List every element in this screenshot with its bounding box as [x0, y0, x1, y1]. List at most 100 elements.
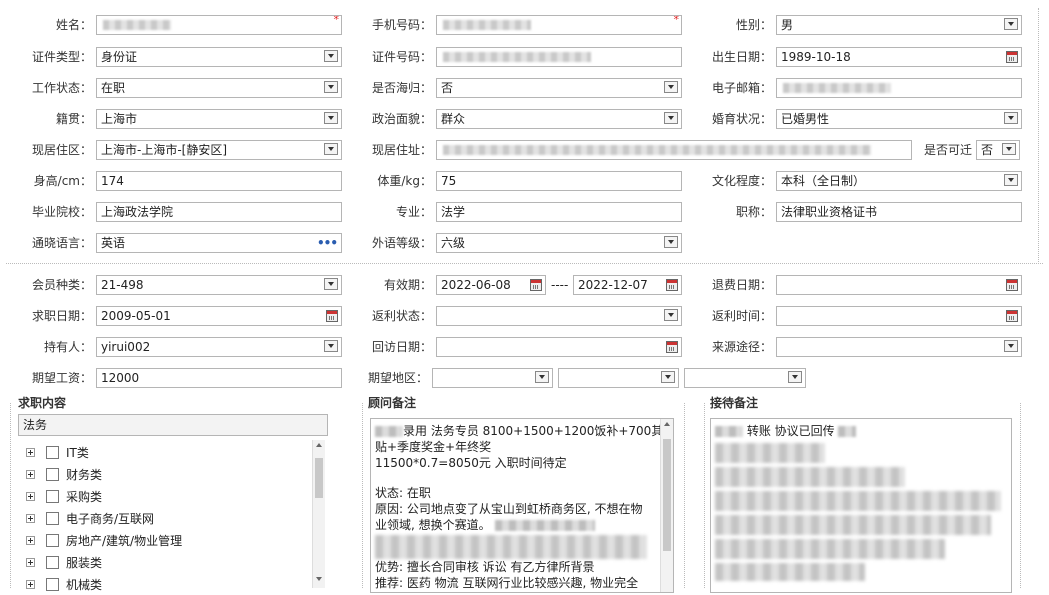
- scrollbar-thumb[interactable]: [315, 458, 323, 498]
- returnee-select[interactable]: 否: [436, 78, 682, 98]
- expected-region-city-select[interactable]: [558, 368, 679, 388]
- major-input[interactable]: 法学: [436, 202, 682, 222]
- plus-square-icon[interactable]: [26, 470, 35, 479]
- email-input[interactable]: [776, 78, 1022, 98]
- professional-title-input[interactable]: 法律职业资格证书: [776, 202, 1022, 222]
- chevron-down-icon[interactable]: [664, 112, 678, 124]
- calendar-icon[interactable]: [1006, 279, 1018, 291]
- checkbox[interactable]: [46, 556, 59, 569]
- foreign-level-select[interactable]: 六级: [436, 233, 682, 253]
- job-seek-date-label: 求职日期：: [31, 309, 92, 323]
- birth-date-input[interactable]: 1989-10-18: [776, 47, 1022, 67]
- holder-select[interactable]: yirui002: [96, 337, 342, 357]
- chevron-down-icon[interactable]: [324, 278, 338, 290]
- residence-address-input[interactable]: [436, 140, 912, 160]
- expected-region-label: 期望地区：: [367, 371, 428, 385]
- gender-select[interactable]: 男: [776, 15, 1022, 35]
- note-line: 推荐: 医药 物流 互联网行业比较感兴趣, 物业完全: [375, 576, 639, 590]
- native-place-select[interactable]: 上海市: [96, 109, 342, 129]
- checkbox[interactable]: [46, 468, 59, 481]
- returnee-label: 是否海归：: [371, 81, 432, 95]
- notes-scrollbar[interactable]: [660, 419, 673, 592]
- checkbox[interactable]: [46, 446, 59, 459]
- tree-scrollbar[interactable]: [312, 440, 325, 588]
- checkbox[interactable]: [46, 512, 59, 525]
- rebate-time-label: 返利时间：: [711, 309, 772, 323]
- scrollbar-thumb[interactable]: [663, 439, 671, 551]
- checkbox[interactable]: [46, 534, 59, 547]
- id-type-select[interactable]: 身份证: [96, 47, 342, 67]
- weight-input[interactable]: 75: [436, 171, 682, 191]
- weight-label: 体重/kg：: [377, 174, 432, 188]
- revisit-date-input[interactable]: [436, 337, 682, 357]
- chevron-down-icon[interactable]: [1004, 112, 1018, 124]
- chevron-down-icon[interactable]: [324, 340, 338, 352]
- phone-input[interactable]: *: [436, 15, 682, 35]
- plus-square-icon[interactable]: [26, 536, 35, 545]
- calendar-icon[interactable]: [1006, 51, 1018, 63]
- chevron-down-icon[interactable]: [1004, 18, 1018, 30]
- id-number-input[interactable]: [436, 47, 682, 67]
- chevron-down-icon[interactable]: [535, 371, 549, 383]
- height-input[interactable]: 174: [96, 171, 342, 191]
- calendar-icon[interactable]: [666, 279, 678, 291]
- chevron-down-icon[interactable]: [324, 81, 338, 93]
- chevron-down-icon[interactable]: [661, 371, 675, 383]
- job-content-selected-input[interactable]: 法务: [18, 414, 328, 436]
- chevron-down-icon[interactable]: [664, 81, 678, 93]
- source-select[interactable]: [776, 337, 1022, 357]
- calendar-icon[interactable]: [530, 279, 542, 291]
- expected-salary-input[interactable]: 12000: [96, 368, 342, 388]
- ellipsis-icon[interactable]: •••: [317, 234, 338, 252]
- calendar-icon[interactable]: [666, 341, 678, 353]
- expected-region-district-select[interactable]: [684, 368, 806, 388]
- expected-region-province-select[interactable]: [432, 368, 553, 388]
- validity-end-input[interactable]: 2022-12-07: [573, 275, 682, 295]
- note-line: 状态: 在职: [375, 486, 431, 500]
- chevron-down-icon[interactable]: [664, 309, 678, 321]
- consultant-notes-textarea[interactable]: 录用 法务专员 8100+1500+1200饭补+700其它补 贴+季度奖金+年…: [370, 418, 674, 593]
- scroll-up-icon[interactable]: [664, 422, 670, 426]
- plus-square-icon[interactable]: [26, 492, 35, 501]
- rebate-time-input[interactable]: [776, 306, 1022, 326]
- scroll-up-icon[interactable]: [316, 443, 322, 447]
- work-status-select[interactable]: 在职: [96, 78, 342, 98]
- redacted-block: [715, 515, 991, 535]
- calendar-icon[interactable]: [1006, 310, 1018, 322]
- calendar-icon[interactable]: [326, 310, 338, 322]
- chevron-down-icon[interactable]: [1002, 143, 1016, 155]
- chevron-down-icon[interactable]: [324, 143, 338, 155]
- checkbox[interactable]: [46, 578, 59, 591]
- education-select[interactable]: 本科（全日制）: [776, 171, 1022, 191]
- chevron-down-icon[interactable]: [664, 236, 678, 248]
- plus-square-icon[interactable]: [26, 514, 35, 523]
- marital-status-select[interactable]: 已婚男性: [776, 109, 1022, 129]
- job-content-title: 求职内容: [18, 396, 67, 410]
- reception-notes-textarea[interactable]: 转账 协议已回传: [710, 418, 1012, 593]
- redacted-block: [715, 467, 905, 487]
- school-input[interactable]: 上海政法学院: [96, 202, 342, 222]
- chevron-down-icon[interactable]: [788, 371, 802, 383]
- chevron-down-icon[interactable]: [324, 112, 338, 124]
- validity-start-input[interactable]: 2022-06-08: [436, 275, 546, 295]
- language-input[interactable]: 英语 •••: [96, 233, 342, 253]
- residence-address-label: 现居住址：: [371, 143, 432, 157]
- checkbox[interactable]: [46, 490, 59, 503]
- scroll-down-icon[interactable]: [316, 577, 322, 581]
- plus-square-icon[interactable]: [26, 448, 35, 457]
- chevron-down-icon[interactable]: [1004, 174, 1018, 186]
- relocatable-select[interactable]: 否: [976, 140, 1020, 160]
- redacted-block: [715, 491, 1001, 511]
- plus-square-icon[interactable]: [26, 558, 35, 567]
- residence-area-select[interactable]: 上海市-上海市-[静安区]: [96, 140, 342, 160]
- panel-divider: [684, 403, 685, 588]
- chevron-down-icon[interactable]: [324, 50, 338, 62]
- job-seek-date-input[interactable]: 2009-05-01: [96, 306, 342, 326]
- name-input[interactable]: *: [96, 15, 342, 35]
- political-status-select[interactable]: 群众: [436, 109, 682, 129]
- rebate-status-select[interactable]: [436, 306, 682, 326]
- refund-date-input[interactable]: [776, 275, 1022, 295]
- foreign-level-label: 外语等级：: [371, 236, 432, 250]
- member-type-select[interactable]: 21-498: [96, 275, 342, 295]
- chevron-down-icon[interactable]: [1004, 340, 1018, 352]
